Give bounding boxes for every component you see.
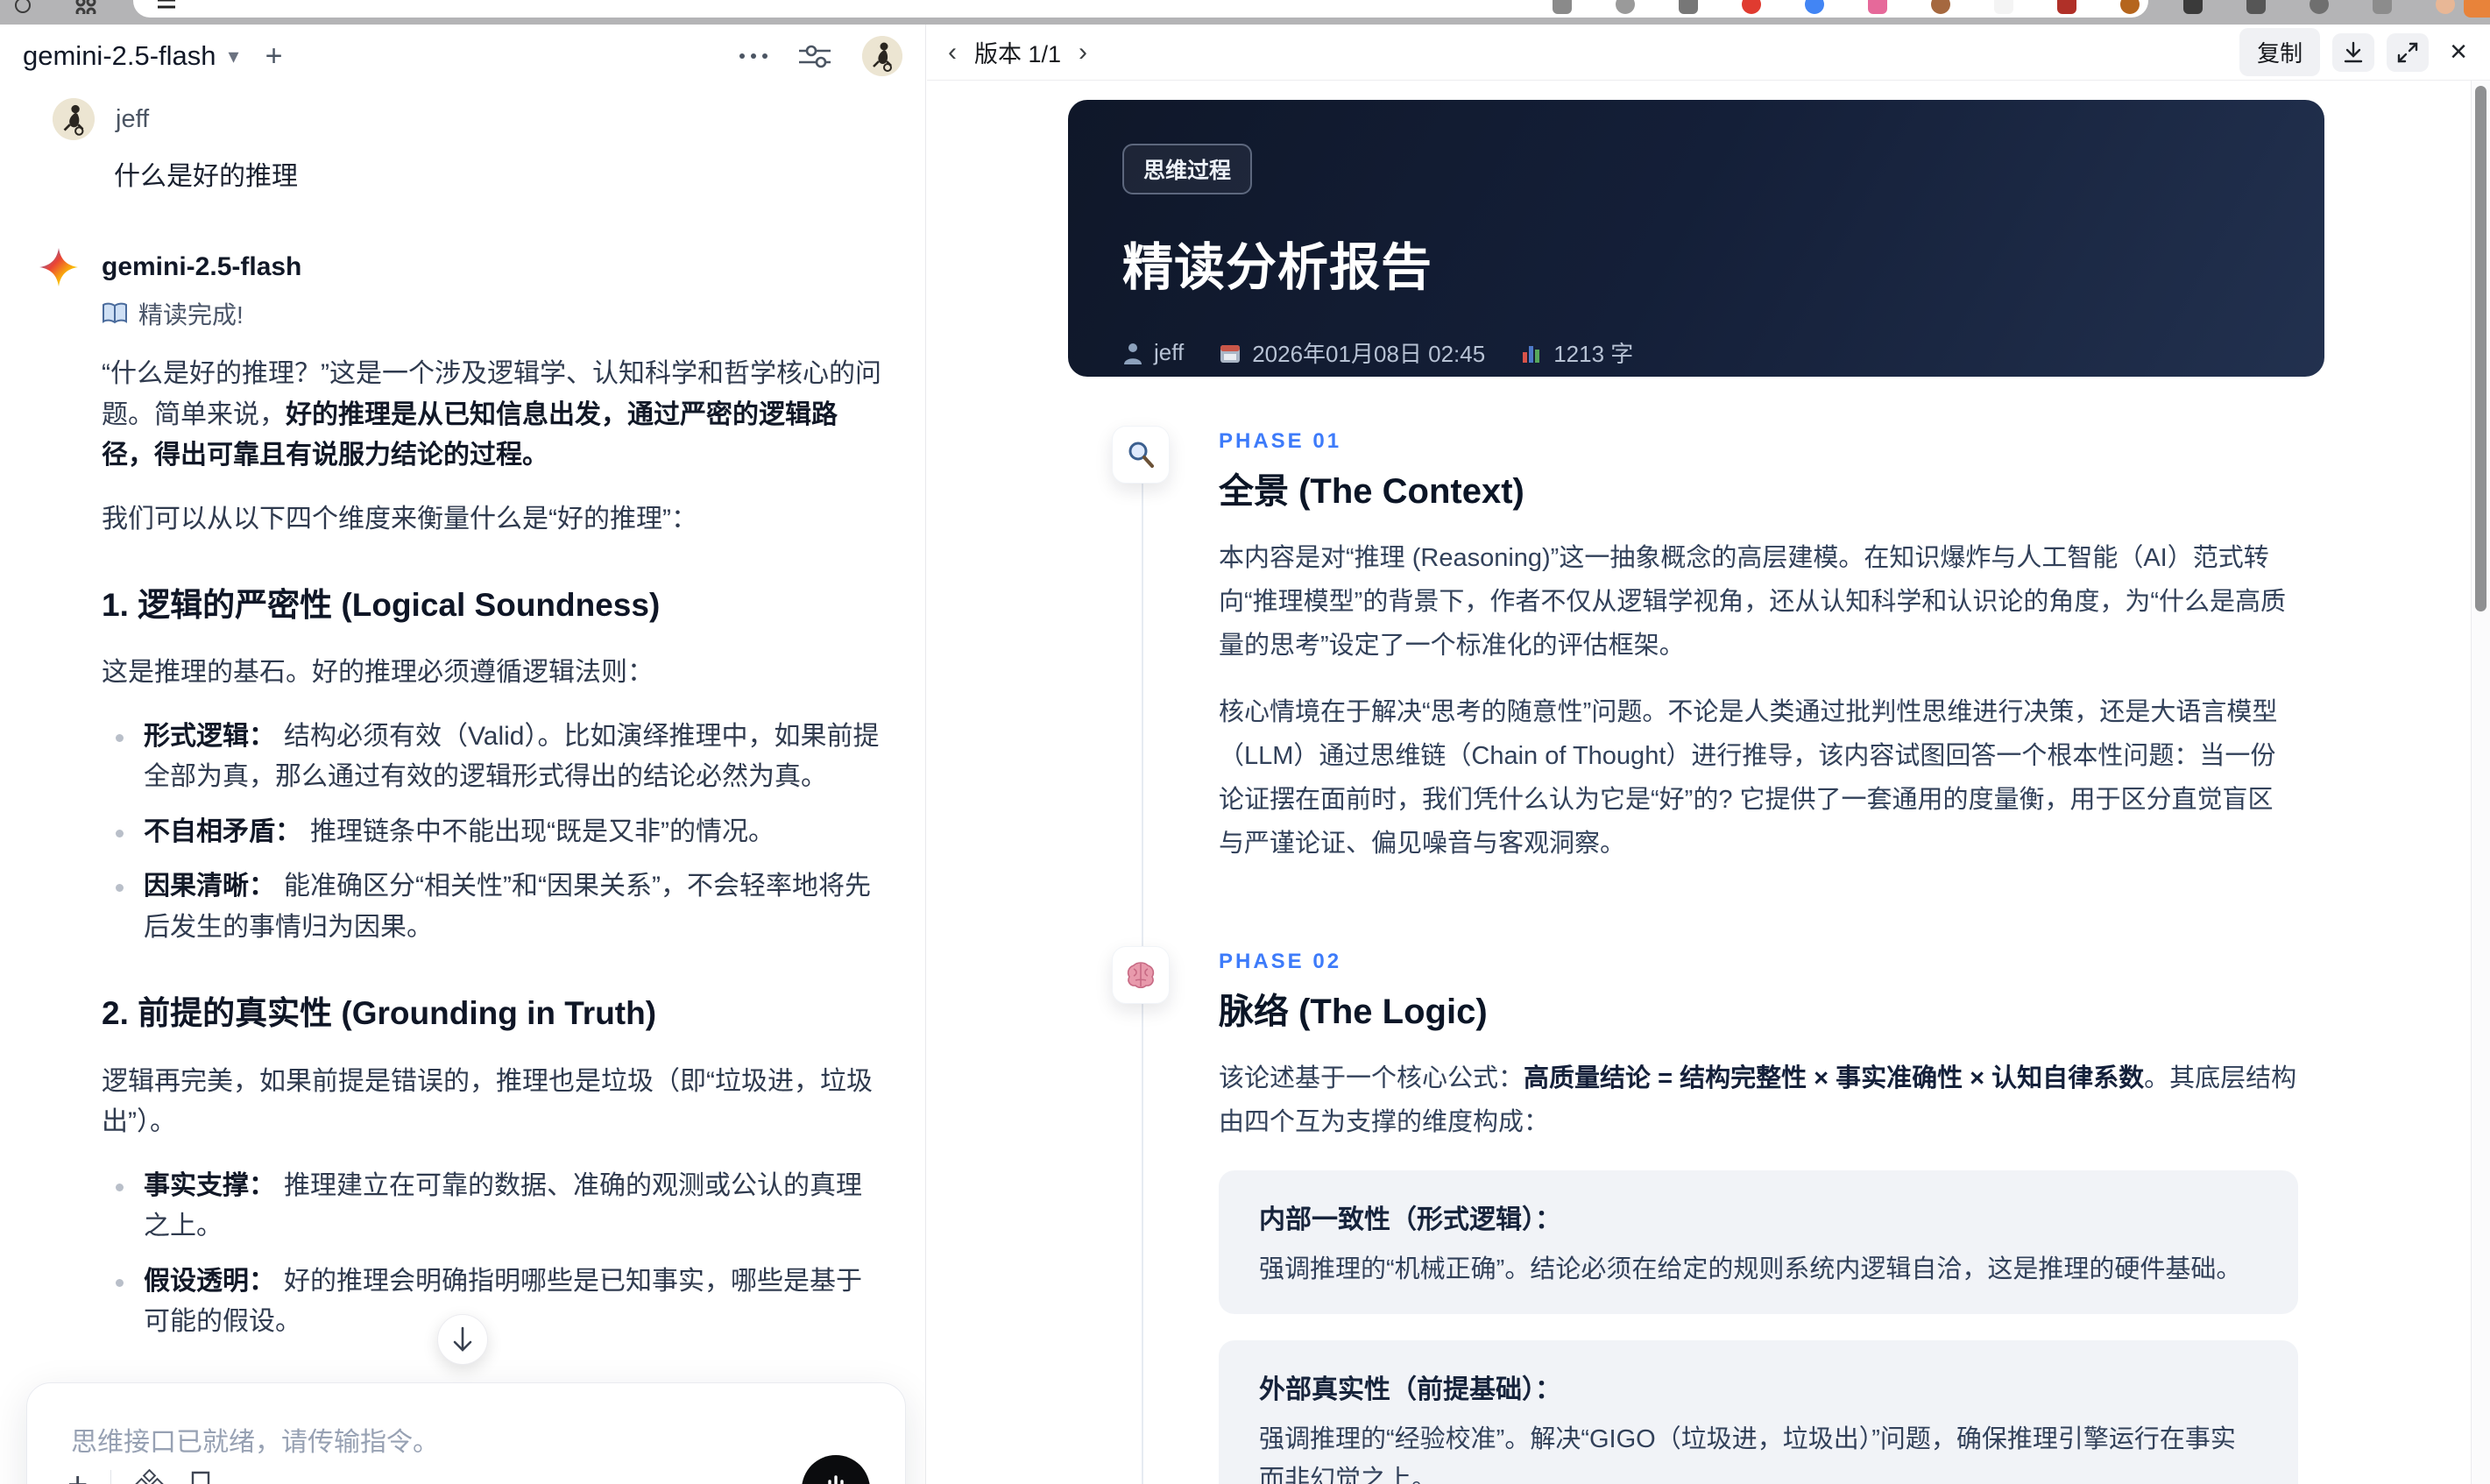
list-item: 假设透明： 好的推理会明确指明哪些是已知事实，哪些是基于可能的假设。 — [102, 1261, 885, 1343]
screen: gemini-2.5-flash ▾ + jeff 什么是好的推理 gemini… — [0, 0, 2490, 1484]
divider — [110, 1470, 112, 1484]
list-item: 事实支撑： 推理建立在可靠的数据、准确的观测或公认的真理之上。 — [102, 1166, 885, 1247]
phase-paragraph: 核心情境在于解决“思考的随意性”问题。不论是人类通过批判性思维进行决策，还是大语… — [1219, 698, 2278, 858]
phase-kicker: PHASE 01 — [1219, 429, 1342, 453]
chat-panel: gemini-2.5-flash ▾ + jeff 什么是好的推理 gemini… — [0, 25, 926, 1484]
app-window: gemini-2.5-flash ▾ + jeff 什么是好的推理 gemini… — [0, 25, 2490, 1484]
search-icon — [1112, 426, 1170, 484]
assistant-markdown: “什么是好的推理？”这是一个涉及逻辑学、认知科学和哲学核心的问题。简单来说，好的… — [102, 354, 885, 1484]
phase-title: 脉络 (The Logic) — [1219, 993, 1488, 1031]
copy-button[interactable]: 复制 — [2239, 28, 2321, 76]
section-heading-1: 1. 逻辑的严密性 (Logical Soundness) — [102, 587, 661, 623]
menu-icon[interactable] — [156, 0, 177, 12]
diamonds-icon[interactable] — [134, 1469, 166, 1484]
word-count-icon — [1520, 342, 1543, 364]
attach-plus-icon[interactable]: + — [67, 1467, 88, 1484]
report-author: jeff — [1122, 339, 1184, 366]
extension-icons[interactable] — [1553, 0, 2455, 14]
section-desc-2: 逻辑再完美，如果前提是错误的，推理也是垃圾（即“垃圾进，垃圾出”）。 — [102, 1066, 873, 1137]
user-message-text: 什么是好的推理 — [114, 162, 298, 191]
chat-header: gemini-2.5-flash ▾ + — [0, 25, 925, 88]
report-hero-card: 思维过程 精读分析报告 jeff 2026年01月08日 02:45 1213 … — [1068, 100, 2324, 377]
section-desc-1: 这是推理的基石。好的推理必须遵循逻辑法则： — [102, 658, 654, 688]
bookmark-icon[interactable] — [188, 1470, 213, 1484]
dimension-card: 外部真实性（前提基础）： 强调推理的“经验校准”。解决“GIGO（垃圾进，垃圾出… — [1219, 1340, 2298, 1484]
corner-extension-icon[interactable] — [2464, 0, 2490, 18]
user-avatar[interactable] — [862, 36, 902, 76]
report-document: 思维过程 精读分析报告 jeff 2026年01月08日 02:45 1213 … — [927, 81, 2471, 1484]
report-date: 2026年01月08日 02:45 — [1219, 336, 1485, 369]
list-item: 因果清晰： 能准确区分“相关性”和“因果关系”，不会轻率地将先后发生的事情归为因果… — [102, 866, 885, 948]
new-chat-button[interactable]: + — [265, 41, 283, 71]
brain-icon — [1112, 946, 1170, 1004]
artifact-panel: ‹ 版本 1/1 › 复制 × 思维过程 精读分析报告 jeff 2026年01… — [927, 25, 2490, 1484]
report-badge: 思维过程 — [1122, 144, 1253, 194]
scrollbar-thumb[interactable] — [2475, 86, 2486, 611]
browser-toolbar — [0, 0, 2490, 25]
lead-paragraph: 我们可以从以下四个维度来衡量什么是“好的推理”： — [102, 504, 697, 534]
more-options-icon[interactable] — [739, 53, 768, 59]
previous-version-button[interactable]: ‹ — [944, 39, 960, 66]
version-label: 版本 1/1 — [974, 41, 1062, 67]
phase-paragraph: 本内容是对“推理 (Reasoning)”这一抽象概念的高层建模。在知识爆炸与人… — [1219, 544, 2286, 660]
download-button[interactable] — [2332, 32, 2375, 72]
chat-messages: jeff 什么是好的推理 gemini-2.5-flash 精读完成! “什么是… — [0, 88, 925, 1484]
assistant-name: gemini-2.5-flash — [102, 252, 302, 281]
scrollbar-track[interactable] — [2471, 81, 2490, 1484]
phase-section-1: PHASE 01 全景 (The Context) 本内容是对“推理 (Reas… — [1112, 426, 2298, 866]
conversation-title[interactable]: gemini-2.5-flash — [23, 40, 216, 72]
user-name: jeff — [116, 104, 150, 133]
gemini-star-icon — [39, 247, 79, 287]
phase-section-2: PHASE 02 脉络 (The Logic) 该论述基于一个核心公式：高质量结… — [1112, 946, 2298, 1484]
sliders-icon[interactable] — [797, 41, 832, 71]
phase-title: 全景 (The Context) — [1219, 472, 1524, 511]
section-heading-2: 2. 前提的真实性 (Grounding in Truth) — [102, 995, 657, 1032]
phase-kicker: PHASE 02 — [1219, 950, 1342, 973]
expand-button[interactable] — [2387, 32, 2430, 72]
message-composer[interactable]: 思维接口已就绪，请传输指令。 + — [26, 1382, 906, 1484]
section-bullets-2: 事实支撑： 推理建立在可靠的数据、准确的观测或公认的真理之上。 假设透明： 好的推理… — [102, 1166, 885, 1343]
dimension-card: 内部一致性（形式逻辑）： 强调推理的“机械正确”。结论必须在给定的规则系统内逻辑… — [1219, 1170, 2298, 1314]
browser-reload-icon[interactable] — [12, 0, 33, 14]
composer-placeholder[interactable]: 思维接口已就绪，请传输指令。 — [71, 1420, 439, 1459]
user-avatar — [53, 98, 95, 140]
phase-lead: 该论述基于一个核心公式：高质量结论 = 结构完整性 × 事实准确性 × 认知自律… — [1219, 1064, 2297, 1136]
assistant-status-text: 精读完成! — [138, 301, 244, 329]
waveform-icon — [819, 1474, 852, 1484]
voice-input-button[interactable] — [802, 1455, 870, 1484]
person-icon — [1122, 342, 1143, 364]
browser-grid-icon[interactable] — [74, 0, 98, 14]
report-word-count: 1213 字 — [1520, 336, 1633, 369]
next-version-button[interactable]: › — [1075, 39, 1091, 66]
artifact-header: ‹ 版本 1/1 › 复制 × — [927, 25, 2490, 81]
report-title: 精读分析报告 — [1122, 239, 1433, 296]
list-item: 不自相矛盾： 推理链条中不能出现“既是又非”的情况。 — [102, 812, 885, 853]
close-icon[interactable]: × — [2441, 35, 2476, 69]
list-item: 形式逻辑： 结构必须有效（Valid）。比如演绎推理中，如果前提全部为真，那么通过… — [102, 717, 885, 798]
user-message: jeff 什么是好的推理 — [53, 98, 883, 193]
book-icon — [102, 302, 128, 325]
intro-paragraph: “什么是好的推理？”这是一个涉及逻辑学、认知科学和哲学核心的问题。简单来说，好的… — [102, 359, 881, 470]
section-bullets-1: 形式逻辑： 结构必须有效（Valid）。比如演绎推理中，如果前提全部为真，那么通过… — [102, 717, 885, 949]
assistant-message: gemini-2.5-flash 精读完成! “什么是好的推理？”这是一个涉及逻… — [39, 247, 885, 1484]
arrow-down-icon — [451, 1326, 474, 1353]
scroll-to-bottom-button[interactable] — [437, 1314, 488, 1365]
chevron-down-icon[interactable]: ▾ — [229, 44, 239, 69]
dimension-cards: 内部一致性（形式逻辑）： 强调推理的“机械正确”。结论必须在给定的规则系统内逻辑… — [1219, 1170, 2298, 1484]
calendar-icon — [1219, 342, 1241, 364]
assistant-status: 精读完成! — [102, 296, 883, 331]
